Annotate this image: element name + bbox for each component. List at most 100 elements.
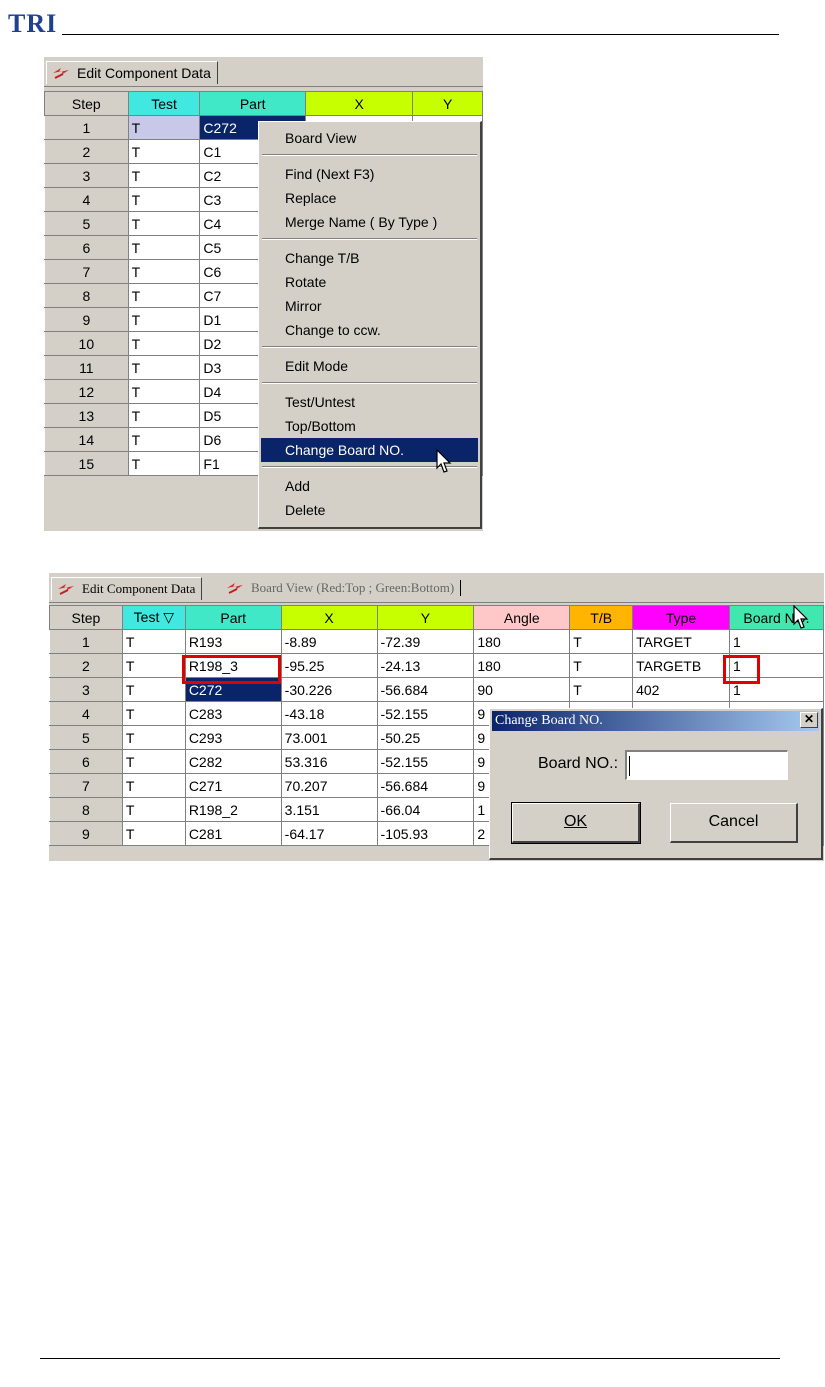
part-cell[interactable]: R198_2 [184,797,282,822]
x-cell[interactable]: -30.226 [280,677,378,702]
test-cell[interactable]: T [127,379,201,404]
menu-item-merge-name-by-type[interactable]: Merge Name ( By Type ) [261,210,478,234]
menu-item-top-bottom[interactable]: Top/Bottom [261,414,478,438]
type-cell[interactable]: 402 [632,677,730,702]
test-cell[interactable]: T [127,163,201,188]
menu-item-board-view[interactable]: Board View [261,126,478,150]
angle-cell[interactable]: 90 [473,677,571,702]
test-cell[interactable]: T [127,115,201,140]
test-cell[interactable]: T [127,211,201,236]
test-cell[interactable]: T [121,629,186,654]
menu-item-change-to-ccw[interactable]: Change to ccw. [261,318,478,342]
tab-board-view[interactable]: Board View (Red:Top ; Green:Bottom) [221,577,468,599]
x-cell[interactable]: 53.316 [280,749,378,774]
screenshot-context-menu: Edit Component Data Step Test Part X Y 1 T C27… [44,57,483,531]
x-cell[interactable]: -8.89 [280,629,378,654]
part-cell[interactable]: C271 [184,773,282,798]
table-row[interactable]: 1 T R193 -8.89 -72.39 180 T TARGET 1 [49,629,824,654]
board-no-input[interactable] [625,750,788,780]
ok-button[interactable]: OK [511,802,641,844]
column-header-0[interactable]: Step [44,91,129,116]
column-header-7[interactable]: Type [632,605,730,630]
table-row[interactable]: 2 T R198_3 -95.25 -24.13 180 T TARGETB 1 [49,653,824,678]
part-cell[interactable]: C281 [184,821,282,846]
y-cell[interactable]: -52.155 [376,749,475,774]
menu-item-mirror[interactable]: Mirror [261,294,478,318]
test-cell[interactable]: T [121,749,186,774]
test-cell[interactable]: T [121,725,186,750]
column-header-2[interactable]: Part [184,605,282,630]
test-cell[interactable]: T [127,403,201,428]
column-header-2[interactable]: Part [199,91,306,116]
test-cell[interactable]: T [127,259,201,284]
board-cell[interactable]: 1 [729,629,824,654]
test-cell[interactable]: T [127,187,201,212]
angle-cell[interactable]: 180 [473,653,571,678]
test-cell[interactable]: T [127,307,201,332]
x-cell[interactable]: 70.207 [280,773,378,798]
column-header-4[interactable]: Y [412,91,483,116]
y-cell[interactable]: -105.93 [376,821,475,846]
test-cell[interactable]: T [121,677,186,702]
angle-cell[interactable]: 180 [473,629,571,654]
x-cell[interactable]: 73.001 [280,725,378,750]
y-cell[interactable]: -72.39 [376,629,475,654]
tb-cell[interactable]: T [569,653,634,678]
tb-cell[interactable]: T [569,677,634,702]
column-header-5[interactable]: Angle [473,605,571,630]
test-cell[interactable]: T [121,797,186,822]
menu-item-rotate[interactable]: Rotate [261,270,478,294]
column-header-3[interactable]: X [304,91,414,116]
y-cell[interactable]: -50.25 [376,725,475,750]
x-cell[interactable]: -95.25 [280,653,378,678]
y-cell[interactable]: -24.13 [376,653,475,678]
type-cell[interactable]: TARGETB [632,653,730,678]
x-cell[interactable]: -43.18 [280,701,378,726]
step-cell: 11 [44,355,129,380]
column-header-4[interactable]: Y [376,605,475,630]
step-cell: 7 [44,259,129,284]
type-cell[interactable]: TARGET [632,629,730,654]
test-cell[interactable]: T [127,451,201,476]
test-cell[interactable]: T [127,283,201,308]
y-cell[interactable]: -56.684 [376,773,475,798]
part-cell[interactable]: C293 [184,725,282,750]
tab-edit-component-data[interactable]: Edit Component Data [46,61,218,84]
test-cell[interactable]: T [127,235,201,260]
close-icon[interactable]: ✕ [800,712,818,728]
tb-cell[interactable]: T [569,629,634,654]
step-cell: 6 [44,235,129,260]
x-cell[interactable]: -64.17 [280,821,378,846]
menu-item-delete[interactable]: Delete [261,498,478,522]
x-cell[interactable]: 3.151 [280,797,378,822]
test-cell[interactable]: T [127,427,201,452]
test-cell[interactable]: T [121,821,186,846]
part-cell[interactable]: C283 [184,701,282,726]
test-cell[interactable]: T [127,331,201,356]
column-header-1[interactable]: Test ▽ [121,605,186,630]
test-cell[interactable]: T [127,139,201,164]
column-header-6[interactable]: T/B [569,605,634,630]
menu-item-add[interactable]: Add [261,474,478,498]
y-cell[interactable]: -56.684 [376,677,475,702]
menu-item-test-untest[interactable]: Test/Untest [261,390,478,414]
column-header-3[interactable]: X [280,605,378,630]
table-row[interactable]: 3 T C272 -30.226 -56.684 90 T 402 1 [49,677,824,702]
test-cell[interactable]: T [121,653,186,678]
test-cell[interactable]: T [121,701,186,726]
column-header-0[interactable]: Step [49,605,123,630]
menu-item-find-next-f3[interactable]: Find (Next F3) [261,162,478,186]
part-cell[interactable]: R193 [184,629,282,654]
y-cell[interactable]: -66.04 [376,797,475,822]
test-cell[interactable]: T [127,355,201,380]
column-header-1[interactable]: Test [127,91,201,116]
menu-item-edit-mode[interactable]: Edit Mode [261,354,478,378]
step-cell: 13 [44,403,129,428]
menu-item-replace[interactable]: Replace [261,186,478,210]
cancel-button[interactable]: Cancel [670,803,798,843]
menu-item-change-t-b[interactable]: Change T/B [261,246,478,270]
tab-edit-component-data[interactable]: Edit Component Data [51,577,203,600]
part-cell[interactable]: C282 [184,749,282,774]
test-cell[interactable]: T [121,773,186,798]
y-cell[interactable]: -52.155 [376,701,475,726]
